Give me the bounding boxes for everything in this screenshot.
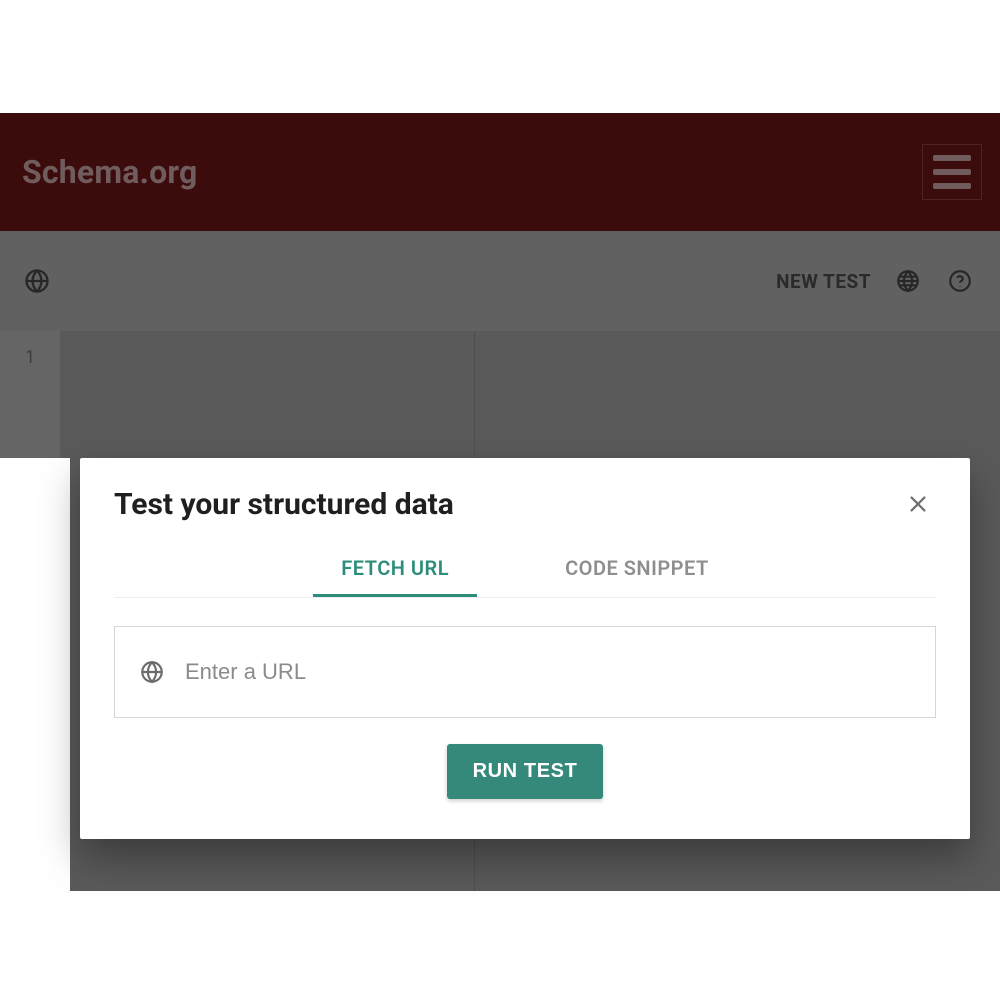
url-input[interactable] (185, 659, 913, 685)
tab-code-snippet[interactable]: CODE SNIPPET (537, 540, 737, 597)
tab-fetch-url[interactable]: FETCH URL (313, 540, 477, 597)
left-white-strip (0, 458, 70, 891)
run-test-button[interactable]: RUN TEST (447, 744, 604, 799)
modal-tabs: FETCH URL CODE SNIPPET (114, 540, 936, 598)
modal-title: Test your structured data (114, 487, 454, 522)
test-modal: Test your structured data FETCH URL CODE… (80, 458, 970, 839)
globe-icon (137, 657, 167, 687)
close-button[interactable] (900, 486, 936, 522)
url-input-row (114, 626, 936, 718)
close-icon (907, 493, 929, 515)
